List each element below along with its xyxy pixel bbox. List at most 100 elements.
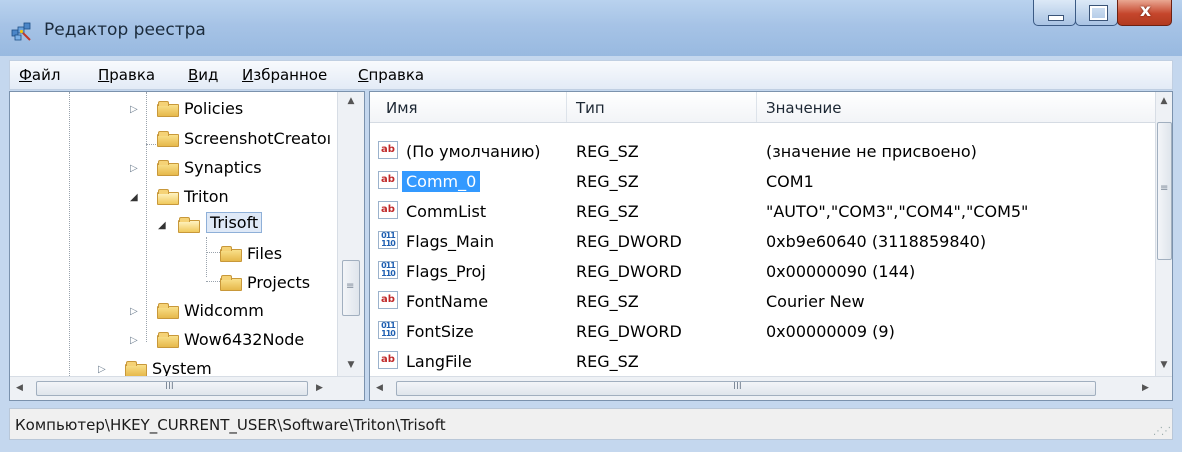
tree-guide-line: [206, 281, 220, 282]
value-type: REG_DWORD: [576, 322, 682, 341]
reg-sz-icon: ab: [378, 291, 398, 309]
list-header: Имя Тип Значение: [370, 92, 1155, 123]
scroll-down-icon[interactable]: ▼: [1156, 360, 1172, 370]
value-name: (По умолчанию): [406, 142, 541, 161]
column-header-type[interactable]: Тип: [576, 99, 605, 117]
scroll-right-icon[interactable]: ▶: [1142, 383, 1149, 393]
reg-sz-icon: ab: [378, 201, 398, 219]
status-path: Компьютер\HKEY_CURRENT_USER\Software\Tri…: [15, 416, 446, 434]
folder-icon: [157, 129, 179, 147]
value-type: REG_SZ: [576, 142, 639, 161]
tree-guide-line: [69, 92, 70, 392]
column-divider[interactable]: [756, 92, 757, 122]
reg-dword-icon: 011 110: [378, 321, 398, 339]
title-bar[interactable]: Редактор реестра x: [0, 0, 1182, 56]
registry-value-row[interactable]: 011 110 FontSize REG_DWORD 0x00000009 (9): [370, 316, 1155, 346]
value-data: 0xb9e60640 (3118859840): [766, 232, 987, 251]
menu-favorites[interactable]: Избранное: [242, 66, 327, 84]
expand-arrow-icon[interactable]: ▷: [98, 364, 106, 375]
menu-help[interactable]: Справка: [358, 66, 424, 84]
menu-file[interactable]: Файл: [19, 66, 60, 84]
reg-sz-icon: ab: [378, 171, 398, 189]
maximize-icon: [1089, 5, 1108, 21]
tree-pane[interactable]: ▷ Policies ScreenshotCreatoı ▷ Synaptics…: [9, 91, 365, 401]
folder-icon: [157, 99, 179, 117]
tree-horizontal-scroll-thumb[interactable]: III: [36, 381, 308, 396]
expand-arrow-icon[interactable]: ▷: [130, 104, 138, 115]
scroll-grip-icon: ≡: [1160, 183, 1169, 194]
folder-icon: [157, 301, 179, 319]
collapse-arrow-icon[interactable]: ◢: [130, 192, 138, 203]
value-type: REG_SZ: [576, 292, 639, 311]
close-icon: x: [1140, 1, 1151, 21]
registry-value-row[interactable]: ab FontName REG_SZ Courier New: [370, 286, 1155, 316]
value-name: Flags_Proj: [406, 262, 486, 281]
minimize-icon: [1048, 15, 1064, 21]
tree-guide-line: [206, 252, 220, 253]
maximize-button[interactable]: [1075, 0, 1118, 26]
tree-guide-line: [146, 92, 147, 342]
expand-arrow-icon[interactable]: ▷: [130, 163, 138, 174]
registry-value-row[interactable]: 011 110 Flags_Proj REG_DWORD 0x00000090 (…: [370, 256, 1155, 286]
registry-value-row[interactable]: ab LangFile REG_SZ: [370, 346, 1155, 376]
status-bar: Компьютер\HKEY_CURRENT_USER\Software\Tri…: [9, 408, 1173, 440]
registry-editor-window: Редактор реестра x Файл Правка Вид Избра…: [0, 0, 1182, 452]
folder-open-icon: [157, 187, 179, 205]
folder-icon: [220, 244, 242, 262]
menu-view[interactable]: Вид: [188, 66, 218, 84]
scroll-down-icon[interactable]: ▼: [338, 360, 364, 370]
value-data: (значение не присвоено): [766, 142, 977, 161]
values-vertical-scrollbar[interactable]: ▲ ≡ ▼: [1155, 92, 1172, 376]
registry-value-row[interactable]: ab (По умолчанию) REG_SZ (значение не пр…: [370, 136, 1155, 166]
registry-value-row[interactable]: ab CommList REG_SZ "AUTO","COM3","COM4",…: [370, 196, 1155, 226]
resize-grip-icon[interactable]: ⋰⋰: [1153, 426, 1171, 437]
menu-edit[interactable]: Правка: [98, 66, 155, 84]
registry-value-row-selected[interactable]: ab Comm_0 REG_SZ COM1: [370, 166, 1155, 196]
minimize-button[interactable]: [1033, 0, 1076, 26]
reg-dword-icon: 011 110: [378, 261, 398, 279]
window-title: Редактор реестра: [44, 20, 206, 40]
value-name: CommList: [406, 202, 487, 221]
expand-arrow-icon[interactable]: ▷: [130, 306, 138, 317]
scroll-up-icon[interactable]: ▲: [1156, 96, 1172, 106]
reg-sz-icon: ab: [378, 351, 398, 369]
reg-sz-icon: ab: [378, 141, 398, 159]
values-horizontal-scrollbar[interactable]: ◀ III ▶: [370, 376, 1172, 400]
value-name: FontSize: [406, 322, 474, 341]
values-horizontal-scroll-thumb[interactable]: III: [396, 381, 1096, 396]
values-pane[interactable]: Имя Тип Значение ab (По умолчанию) REG_S…: [369, 91, 1173, 401]
value-type: REG_DWORD: [576, 232, 682, 251]
scroll-up-icon[interactable]: ▲: [338, 96, 364, 106]
column-header-value[interactable]: Значение: [766, 99, 842, 117]
tree-guide-line: [206, 237, 207, 277]
column-header-name[interactable]: Имя: [386, 99, 418, 117]
scroll-right-icon[interactable]: ▶: [316, 383, 323, 393]
column-divider[interactable]: [566, 92, 567, 122]
scroll-grip-icon: III: [733, 381, 742, 392]
folder-icon: [220, 273, 242, 291]
values-vertical-scroll-thumb[interactable]: ≡: [1157, 122, 1172, 260]
folder-icon: [157, 158, 179, 176]
value-data: 0x00000009 (9): [766, 322, 895, 341]
folder-icon: [157, 330, 179, 348]
value-name: LangFile: [406, 352, 472, 371]
reg-dword-icon: 011 110: [378, 231, 398, 249]
tree-vertical-scroll-thumb[interactable]: ≡: [342, 260, 360, 316]
expand-arrow-icon[interactable]: ▷: [130, 335, 138, 346]
folder-icon: [125, 359, 147, 377]
registry-value-row[interactable]: 011 110 Flags_Main REG_DWORD 0xb9e60640 (…: [370, 226, 1155, 256]
close-button[interactable]: x: [1117, 0, 1172, 26]
value-data: Courier New: [766, 292, 865, 311]
value-type: REG_DWORD: [576, 262, 682, 281]
scroll-left-icon[interactable]: ◀: [16, 383, 23, 393]
tree-horizontal-scrollbar[interactable]: ◀ III ▶: [10, 376, 364, 400]
value-name: FontName: [406, 292, 489, 311]
scroll-grip-icon: ≡: [346, 281, 355, 292]
value-data: 0x00000090 (144): [766, 262, 916, 281]
scroll-left-icon[interactable]: ◀: [376, 383, 383, 393]
tree-guide-line: [146, 144, 156, 145]
collapse-arrow-icon[interactable]: ◢: [158, 220, 166, 231]
tree-vertical-scrollbar[interactable]: ▲ ≡ ▼: [337, 92, 364, 376]
value-type: REG_SZ: [576, 352, 639, 371]
menu-bar: Файл Правка Вид Избранное Справка: [9, 60, 1173, 90]
